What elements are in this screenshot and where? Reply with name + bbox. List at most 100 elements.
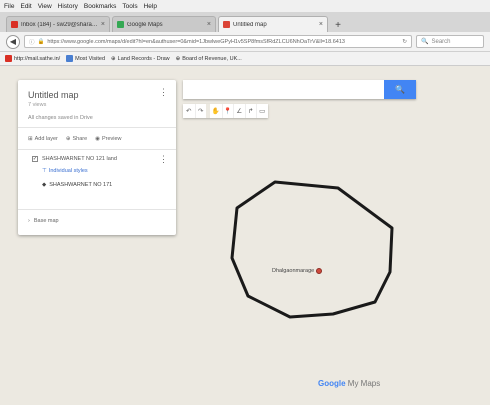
bookmark-mail[interactable]: http://mail.sathe.in/ [5,55,60,62]
layer-header: ✓ SHASHWARNET NO 121 land [32,156,166,162]
add-marker-button[interactable]: 📍 [221,104,234,118]
lock-icon: 🔒 [37,38,45,45]
bookmark-most-visited[interactable]: Most Visited [66,55,105,62]
polygon-feature-icon: ◆ [42,182,47,188]
bookmark-label: Board of Revenue, UK... [182,55,242,62]
place-marker[interactable]: Dhalgaonmarage [272,268,323,274]
marker-icon: 📍 [223,108,232,115]
feature-item[interactable]: ◆ SHASHWARNET NO 171 [42,182,166,188]
info-icon[interactable]: ⓘ [29,38,35,46]
reload-icon[interactable]: ↻ [402,39,407,45]
address-bar[interactable]: ⓘ 🔒 https://www.google.com/maps/d/edit?h… [24,35,412,48]
preview-icon: ◉ [95,135,100,142]
add-layer-icon: ⊞ [28,135,33,142]
browser-search-box[interactable]: 🔍 Search [416,35,484,48]
panel-header: Untitled map 7 views All changes saved i… [18,80,176,128]
layer-options-icon[interactable]: ⋮ [159,154,168,165]
menu-help[interactable]: Help [144,3,157,10]
undo-button[interactable]: ↶ [183,104,195,118]
bookmark-land-records[interactable]: ⊕ Land Records - Draw [111,56,170,62]
redo-button[interactable]: ↷ [194,104,207,118]
tab-label: Untitled map [233,21,267,28]
globe-icon: ⊕ [111,55,116,62]
ruler-icon: ▭ [259,108,266,115]
bookmarks-toolbar: http://mail.sathe.in/ Most Visited ⊕ Lan… [0,52,490,66]
map-pin-icon[interactable] [316,268,323,274]
close-tab-icon[interactable]: × [319,21,323,28]
url-text: https://www.google.com/maps/d/edit?hl=en… [47,38,345,45]
mymaps-favicon-icon [223,21,230,28]
redo-icon: ↷ [198,108,204,115]
google-my-maps-logo: Google My Maps [318,379,380,388]
draw-line-icon: ∠ [236,108,243,115]
new-tab-button[interactable]: + [330,18,346,32]
back-button[interactable]: ◀ [6,34,20,49]
preview-label: Preview [101,135,122,142]
search-icon: 🔍 [421,39,429,45]
base-map-toggle[interactable]: › Base map [18,210,176,232]
map-search-button[interactable]: 🔍 [384,80,416,99]
navigation-bar: ◀ ⓘ 🔒 https://www.google.com/maps/d/edit… [0,32,490,52]
map-search-input[interactable] [183,80,384,99]
bookmark-label: http://mail.sathe.in/ [14,55,61,62]
gmail-favicon-icon [11,21,18,28]
save-status: All changes saved in Drive [28,115,93,121]
directions-button[interactable]: ↱ [244,104,257,118]
search-icon: 🔍 [395,85,405,94]
drawing-toolbar: ↶ ↷ ✋ 📍 ∠ ↱ ▭ [183,104,268,118]
bookmark-label: Land Records - Draw [117,55,170,62]
menu-history[interactable]: History [58,3,78,10]
globe-icon: ⊕ [175,55,181,62]
layer-visibility-checkbox[interactable]: ✓ [32,156,38,162]
logo-google-text: Google [318,379,346,388]
map-view-count: 7 views [28,102,47,108]
share-icon: ⊕ [65,135,71,142]
select-tool-button[interactable]: ✋ [210,104,222,118]
share-label: Share [72,135,88,142]
tab-label: Google Maps [127,21,163,28]
chevron-right-icon: › [28,218,30,224]
base-map-label: Base map [33,218,59,224]
bookmark-label: Most Visited [75,55,106,62]
map-options-icon[interactable]: ⋮ [159,88,168,97]
place-label-text: Dhalgaonmarage [272,268,315,274]
close-tab-icon[interactable]: × [101,21,105,28]
close-tab-icon[interactable]: × [207,21,211,28]
menu-edit[interactable]: Edit [20,3,31,10]
bookmark-board-of-revenue[interactable]: ⊕ Board of Revenue, UK... [176,56,242,62]
menu-view[interactable]: View [38,3,52,10]
paint-roller-icon: ⊤ [42,168,47,174]
panel-actions: ⊞ Add layer ⊕ Share ◉ Preview [18,128,176,150]
add-layer-button[interactable]: ⊞ Add layer [28,136,58,142]
tab-bar: Inbox (184) - sw29@sharan... × Google Ma… [0,12,490,32]
map-search-bar: 🔍 [183,80,416,99]
draw-line-button[interactable]: ∠ [233,104,245,118]
feature-label: SHASHWARNET NO 171 [49,182,113,188]
bookmark-favicon-icon [66,55,74,62]
menu-file[interactable]: File [4,3,14,10]
directions-icon: ↱ [248,108,254,115]
browser-search-placeholder: Search [431,38,451,45]
add-layer-label: Add layer [34,135,58,142]
tab-untitled-map[interactable]: Untitled map × [218,16,328,32]
menu-bar: File Edit View History Bookmarks Tools H… [0,0,490,12]
maps-favicon-icon [117,21,124,28]
style-label: Individual styles [48,168,88,174]
bookmark-favicon-icon [5,55,12,62]
menu-bookmarks[interactable]: Bookmarks [84,3,117,10]
layer-name[interactable]: SHASHWARNET NO 121 land [42,156,117,162]
map-legend-panel: Untitled map 7 views All changes saved i… [18,80,176,235]
menu-tools[interactable]: Tools [122,3,137,10]
measure-button[interactable]: ▭ [256,104,268,118]
logo-mymaps-text: My Maps [347,379,381,388]
individual-styles-link[interactable]: ⊤ Individual styles [42,168,166,174]
share-button[interactable]: ⊕ Share [66,136,87,142]
tab-label: Inbox (184) - sw29@sharan... [21,21,98,28]
undo-icon: ↶ [186,108,192,115]
hand-icon: ✋ [211,108,220,115]
layer-section: ✓ SHASHWARNET NO 121 land ⋮ ⊤ Individual… [18,150,176,210]
tab-inbox[interactable]: Inbox (184) - sw29@sharan... × [6,16,110,32]
preview-button[interactable]: ◉ Preview [95,136,121,142]
tab-google-maps[interactable]: Google Maps × [112,16,216,32]
map-title[interactable]: Untitled map [28,90,166,100]
